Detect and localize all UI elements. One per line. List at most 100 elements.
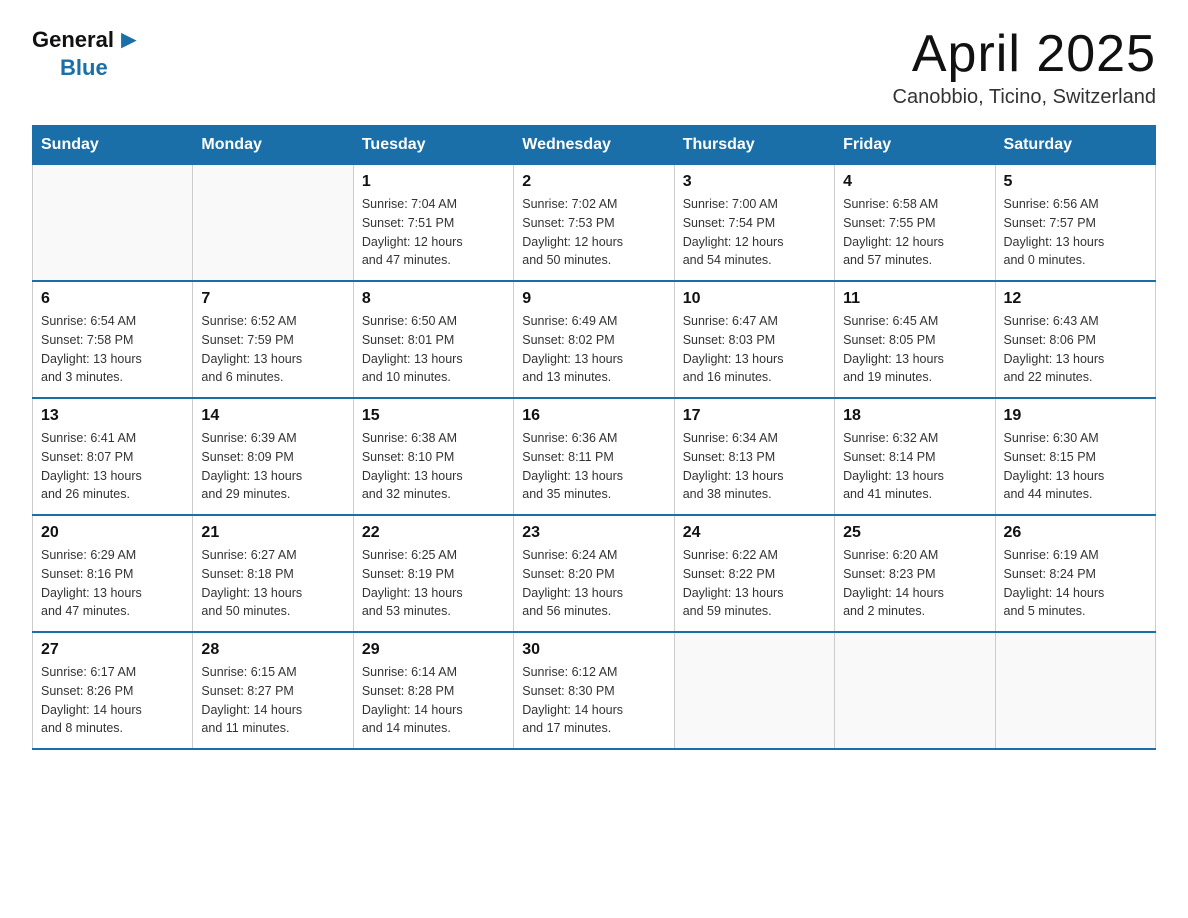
page-header: General ► Blue April 2025 Canobbio, Tici… bbox=[32, 24, 1156, 109]
day-number: 10 bbox=[683, 290, 826, 308]
subtitle: Canobbio, Ticino, Switzerland bbox=[893, 86, 1156, 109]
calendar-cell: 19Sunrise: 6:30 AM Sunset: 8:15 PM Dayli… bbox=[995, 398, 1155, 515]
day-number: 24 bbox=[683, 524, 826, 542]
calendar-cell: 13Sunrise: 6:41 AM Sunset: 8:07 PM Dayli… bbox=[33, 398, 193, 515]
day-info: Sunrise: 6:29 AM Sunset: 8:16 PM Dayligh… bbox=[41, 546, 184, 621]
calendar-cell: 21 Sunrise: 6:27 AM Sunset: 8:18 PM Dayli… bbox=[193, 515, 353, 632]
day-info: Sunrise: 6:38 AM Sunset: 8:10 PM Dayligh… bbox=[362, 429, 505, 504]
calendar-week-2: 6 Sunrise: 6:54 AM Sunset: 7:58 PM Daylig… bbox=[33, 281, 1156, 398]
day-number: 23 bbox=[522, 524, 665, 542]
calendar-week-5: 27 Sunrise: 6:17 AM Sunset: 8:26 PM Dayli… bbox=[33, 632, 1156, 749]
calendar-cell: 28 Sunrise: 6:15 AM Sunset: 8:27 PM Dayli… bbox=[193, 632, 353, 749]
weekday-header-row: SundayMondayTuesdayWednesdayThursdayFrid… bbox=[33, 126, 1156, 165]
calendar-week-4: 20 Sunrise: 6:29 AM Sunset: 8:16 PM Dayli… bbox=[33, 515, 1156, 632]
weekday-header-sunday: Sunday bbox=[33, 126, 193, 165]
day-info: Sunrise: 6:19 AM Sunset: 8:24 PM Dayligh… bbox=[1004, 546, 1147, 621]
day-info: Sunrise: 6:47 AM Sunset: 8:03 PM Dayligh… bbox=[683, 312, 826, 387]
day-number: 18 bbox=[843, 407, 986, 425]
logo-arrow-icon: ► bbox=[116, 24, 142, 55]
calendar-cell: 12Sunrise: 6:43 AM Sunset: 8:06 PM Dayli… bbox=[995, 281, 1155, 398]
weekday-header-friday: Friday bbox=[835, 126, 995, 165]
day-info: Sunrise: 6:39 AM Sunset: 8:09 PM Dayligh… bbox=[201, 429, 344, 504]
day-info: Sunrise: 6:45 AM Sunset: 8:05 PM Dayligh… bbox=[843, 312, 986, 387]
calendar-header: SundayMondayTuesdayWednesdayThursdayFrid… bbox=[33, 126, 1156, 165]
day-number: 25 bbox=[843, 524, 986, 542]
day-number: 3 bbox=[683, 173, 826, 191]
day-info: Sunrise: 6:14 AM Sunset: 8:28 PM Dayligh… bbox=[362, 663, 505, 738]
day-number: 27 bbox=[41, 641, 184, 659]
calendar-body: 1 Sunrise: 7:04 AM Sunset: 7:51 PM Daylig… bbox=[33, 165, 1156, 750]
day-number: 13 bbox=[41, 407, 184, 425]
day-info: Sunrise: 7:02 AM Sunset: 7:53 PM Dayligh… bbox=[522, 195, 665, 270]
day-info: Sunrise: 6:24 AM Sunset: 8:20 PM Dayligh… bbox=[522, 546, 665, 621]
day-number: 20 bbox=[41, 524, 184, 542]
calendar-cell: 26 Sunrise: 6:19 AM Sunset: 8:24 PM Dayli… bbox=[995, 515, 1155, 632]
calendar-cell: 30Sunrise: 6:12 AM Sunset: 8:30 PM Dayli… bbox=[514, 632, 674, 749]
day-number: 28 bbox=[201, 641, 344, 659]
calendar-cell: 20 Sunrise: 6:29 AM Sunset: 8:16 PM Dayli… bbox=[33, 515, 193, 632]
day-info: Sunrise: 6:52 AM Sunset: 7:59 PM Dayligh… bbox=[201, 312, 344, 387]
day-info: Sunrise: 6:56 AM Sunset: 7:57 PM Dayligh… bbox=[1004, 195, 1147, 270]
day-info: Sunrise: 6:27 AM Sunset: 8:18 PM Dayligh… bbox=[201, 546, 344, 621]
weekday-header-wednesday: Wednesday bbox=[514, 126, 674, 165]
day-number: 21 bbox=[201, 524, 344, 542]
calendar-cell: 5Sunrise: 6:56 AM Sunset: 7:57 PM Daylig… bbox=[995, 165, 1155, 282]
calendar-cell bbox=[995, 632, 1155, 749]
day-info: Sunrise: 6:15 AM Sunset: 8:27 PM Dayligh… bbox=[201, 663, 344, 738]
day-number: 6 bbox=[41, 290, 184, 308]
calendar-cell: 11 Sunrise: 6:45 AM Sunset: 8:05 PM Dayli… bbox=[835, 281, 995, 398]
day-info: Sunrise: 7:04 AM Sunset: 7:51 PM Dayligh… bbox=[362, 195, 505, 270]
calendar-cell: 9 Sunrise: 6:49 AM Sunset: 8:02 PM Daylig… bbox=[514, 281, 674, 398]
main-title: April 2025 bbox=[893, 24, 1156, 84]
day-number: 29 bbox=[362, 641, 505, 659]
day-number: 30 bbox=[522, 641, 665, 659]
day-info: Sunrise: 6:58 AM Sunset: 7:55 PM Dayligh… bbox=[843, 195, 986, 270]
weekday-header-thursday: Thursday bbox=[674, 126, 834, 165]
calendar-week-1: 1 Sunrise: 7:04 AM Sunset: 7:51 PM Daylig… bbox=[33, 165, 1156, 282]
calendar-cell bbox=[674, 632, 834, 749]
day-number: 1 bbox=[362, 173, 505, 191]
day-number: 9 bbox=[522, 290, 665, 308]
day-number: 11 bbox=[843, 290, 986, 308]
calendar-cell bbox=[835, 632, 995, 749]
day-info: Sunrise: 6:20 AM Sunset: 8:23 PM Dayligh… bbox=[843, 546, 986, 621]
day-info: Sunrise: 7:00 AM Sunset: 7:54 PM Dayligh… bbox=[683, 195, 826, 270]
calendar-cell: 27 Sunrise: 6:17 AM Sunset: 8:26 PM Dayli… bbox=[33, 632, 193, 749]
logo-blue-text: Blue bbox=[60, 55, 108, 81]
calendar-cell bbox=[33, 165, 193, 282]
day-number: 8 bbox=[362, 290, 505, 308]
day-number: 26 bbox=[1004, 524, 1147, 542]
calendar-table: SundayMondayTuesdayWednesdayThursdayFrid… bbox=[32, 125, 1156, 750]
day-number: 2 bbox=[522, 173, 665, 191]
calendar-cell: 22Sunrise: 6:25 AM Sunset: 8:19 PM Dayli… bbox=[353, 515, 513, 632]
day-number: 12 bbox=[1004, 290, 1147, 308]
weekday-header-saturday: Saturday bbox=[995, 126, 1155, 165]
day-info: Sunrise: 6:17 AM Sunset: 8:26 PM Dayligh… bbox=[41, 663, 184, 738]
day-number: 14 bbox=[201, 407, 344, 425]
calendar-cell: 3 Sunrise: 7:00 AM Sunset: 7:54 PM Daylig… bbox=[674, 165, 834, 282]
calendar-cell: 7 Sunrise: 6:52 AM Sunset: 7:59 PM Daylig… bbox=[193, 281, 353, 398]
day-info: Sunrise: 6:36 AM Sunset: 8:11 PM Dayligh… bbox=[522, 429, 665, 504]
day-number: 15 bbox=[362, 407, 505, 425]
calendar-cell: 2 Sunrise: 7:02 AM Sunset: 7:53 PM Daylig… bbox=[514, 165, 674, 282]
day-info: Sunrise: 6:54 AM Sunset: 7:58 PM Dayligh… bbox=[41, 312, 184, 387]
calendar-cell: 14 Sunrise: 6:39 AM Sunset: 8:09 PM Dayli… bbox=[193, 398, 353, 515]
calendar-cell: 8 Sunrise: 6:50 AM Sunset: 8:01 PM Daylig… bbox=[353, 281, 513, 398]
calendar-cell: 4Sunrise: 6:58 AM Sunset: 7:55 PM Daylig… bbox=[835, 165, 995, 282]
calendar-cell: 23 Sunrise: 6:24 AM Sunset: 8:20 PM Dayli… bbox=[514, 515, 674, 632]
day-number: 16 bbox=[522, 407, 665, 425]
calendar-cell: 29 Sunrise: 6:14 AM Sunset: 8:28 PM Dayli… bbox=[353, 632, 513, 749]
day-info: Sunrise: 6:25 AM Sunset: 8:19 PM Dayligh… bbox=[362, 546, 505, 621]
calendar-cell: 10 Sunrise: 6:47 AM Sunset: 8:03 PM Dayli… bbox=[674, 281, 834, 398]
logo: General ► Blue bbox=[32, 24, 142, 81]
day-info: Sunrise: 6:22 AM Sunset: 8:22 PM Dayligh… bbox=[683, 546, 826, 621]
day-info: Sunrise: 6:49 AM Sunset: 8:02 PM Dayligh… bbox=[522, 312, 665, 387]
calendar-cell: 18Sunrise: 6:32 AM Sunset: 8:14 PM Dayli… bbox=[835, 398, 995, 515]
calendar-cell: 17Sunrise: 6:34 AM Sunset: 8:13 PM Dayli… bbox=[674, 398, 834, 515]
day-info: Sunrise: 6:50 AM Sunset: 8:01 PM Dayligh… bbox=[362, 312, 505, 387]
calendar-cell: 6 Sunrise: 6:54 AM Sunset: 7:58 PM Daylig… bbox=[33, 281, 193, 398]
calendar-cell: 24 Sunrise: 6:22 AM Sunset: 8:22 PM Dayli… bbox=[674, 515, 834, 632]
calendar-cell bbox=[193, 165, 353, 282]
day-number: 7 bbox=[201, 290, 344, 308]
calendar-cell: 25 Sunrise: 6:20 AM Sunset: 8:23 PM Dayli… bbox=[835, 515, 995, 632]
